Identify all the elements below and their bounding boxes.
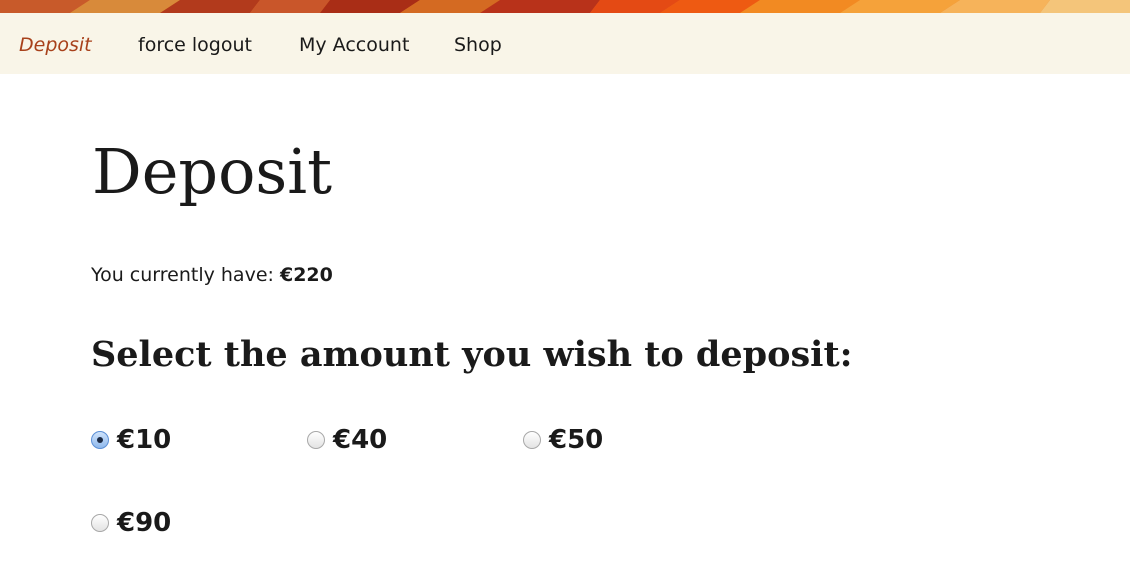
deposit-option-label: €10 — [117, 425, 172, 455]
radio-button[interactable] — [91, 431, 109, 449]
nav-item-deposit[interactable]: Deposit — [19, 33, 92, 57]
deposit-option-90[interactable]: €90 — [91, 508, 171, 538]
deposit-option-10[interactable]: €10 — [91, 425, 171, 455]
deposit-option-label: €40 — [333, 425, 388, 455]
nav-item-shop[interactable]: Shop — [454, 33, 502, 57]
balance-line: You currently have: €220 — [91, 263, 333, 287]
nav-item-my-account[interactable]: My Account — [299, 33, 409, 57]
radio-button[interactable] — [523, 431, 541, 449]
nav-item-force-logout[interactable]: force logout — [138, 33, 252, 57]
header-banner — [0, 0, 1130, 13]
deposit-option-50[interactable]: €50 — [523, 425, 603, 455]
page-title: Deposit — [92, 135, 332, 208]
balance-label: You currently have: — [91, 264, 274, 286]
radio-button[interactable] — [307, 431, 325, 449]
balance-value: €220 — [279, 264, 333, 286]
deposit-option-label: €90 — [117, 508, 172, 538]
radio-button[interactable] — [91, 514, 109, 532]
deposit-option-40[interactable]: €40 — [307, 425, 387, 455]
top-navigation: Deposit force logout My Account Shop — [0, 13, 1130, 74]
deposit-option-label: €50 — [549, 425, 604, 455]
banner-pattern — [0, 0, 1130, 13]
deposit-section-title: Select the amount you wish to deposit: — [91, 334, 853, 375]
